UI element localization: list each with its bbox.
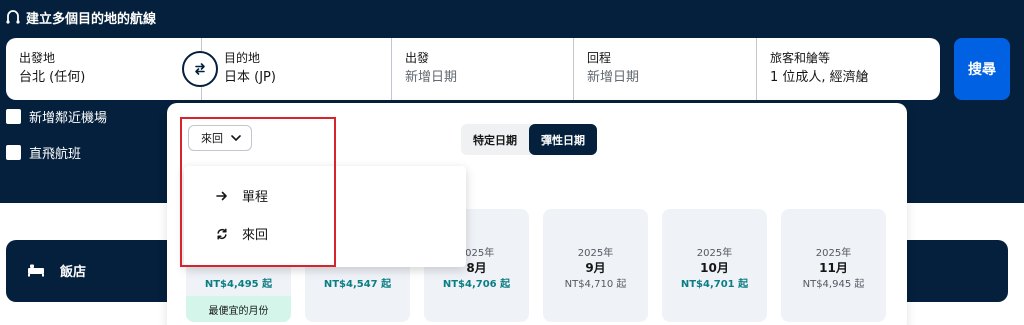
tab-flexible-dates[interactable]: 彈性日期	[529, 124, 597, 155]
direct-flights-option[interactable]: 直飛航班	[6, 143, 81, 162]
travellers-value: 1 位成人, 經濟艙	[770, 70, 869, 85]
tab-specific-dates[interactable]: 特定日期	[461, 124, 529, 155]
origin-field[interactable]: 出發地 台北 (任何)	[6, 38, 202, 100]
month-card[interactable]: 2025年 10月 NT$4,701 起	[662, 209, 767, 322]
direct-flights-label: 直飛航班	[29, 147, 82, 162]
trip-type-select[interactable]: 來回	[188, 125, 252, 151]
destination-field[interactable]: 目的地 日本 (JP)	[202, 38, 392, 100]
month-price: NT$4,710 起	[564, 279, 627, 290]
multi-city-route-icon	[6, 10, 20, 24]
month-year: 2025年	[696, 248, 733, 259]
trip-type-value: 來回	[201, 132, 223, 145]
trip-type-option-one-way[interactable]: 單程	[216, 186, 268, 205]
month-card[interactable]: 2025年 11月 NT$4,945 起	[781, 209, 886, 322]
month-name: 11月	[819, 261, 848, 275]
month-year: 2025年	[577, 248, 614, 259]
month-name: 10月	[700, 261, 729, 275]
trip-type-option-round-trip[interactable]: 來回	[216, 224, 268, 243]
date-mode-toggle: 特定日期 彈性日期	[461, 124, 597, 155]
round-trip-label: 來回	[242, 228, 269, 243]
destination-label: 目的地	[224, 51, 261, 65]
month-price: NT$4,945 起	[802, 279, 865, 290]
depart-date-field[interactable]: 出發 新增日期	[392, 38, 574, 100]
swap-locations-button[interactable]	[182, 51, 218, 87]
swap-icon	[195, 63, 205, 75]
round-trip-icon	[217, 227, 227, 240]
nearby-airports-checkbox[interactable]	[6, 109, 21, 124]
arrow-right-icon	[216, 191, 227, 200]
return-value: 新增日期	[587, 70, 640, 85]
origin-label: 出發地	[19, 51, 56, 65]
return-date-field[interactable]: 回程 新增日期	[574, 38, 757, 100]
flight-search-bar: 出發地 台北 (任何) 目的地 日本 (JP) 出發 新增日期 回程 新增日期 …	[6, 38, 940, 100]
month-price: NT$4,701 起	[680, 279, 749, 290]
nearby-airports-option[interactable]: 新增鄰近機場	[6, 107, 107, 126]
depart-label: 出發	[405, 51, 430, 65]
bed-icon	[28, 264, 44, 277]
month-year: 2025年	[815, 248, 852, 259]
month-price: NT$4,495 起	[204, 279, 273, 290]
month-card[interactable]: 2025年 9月 NT$4,710 起	[543, 209, 648, 322]
multi-city-label: 建立多個目的地的航線	[26, 11, 157, 27]
travellers-field[interactable]: 旅客和艙等 1 位成人, 經濟艙	[757, 38, 940, 100]
month-price: NT$4,547 起	[323, 279, 392, 290]
origin-value: 台北 (任何)	[19, 70, 86, 85]
search-button[interactable]: 搜尋	[954, 38, 1010, 100]
direct-flights-checkbox[interactable]	[6, 145, 21, 160]
destination-value: 日本 (JP)	[224, 70, 276, 85]
month-name: 9月	[585, 261, 606, 275]
return-label: 回程	[587, 51, 612, 65]
depart-value: 新增日期	[405, 70, 458, 85]
travellers-label: 旅客和艙等	[770, 51, 831, 65]
nearby-airports-label: 新增鄰近機場	[29, 111, 108, 126]
trip-type-dropdown: 單程 來回	[184, 166, 466, 267]
month-price: NT$4,706 起	[442, 279, 511, 290]
cheapest-month-badge: 最便宜的月份	[186, 296, 291, 322]
chevron-down-icon	[231, 135, 241, 141]
multi-city-link[interactable]: 建立多個目的地的航線	[6, 7, 156, 27]
hotels-label: 飯店	[60, 265, 87, 280]
one-way-label: 單程	[242, 190, 269, 205]
